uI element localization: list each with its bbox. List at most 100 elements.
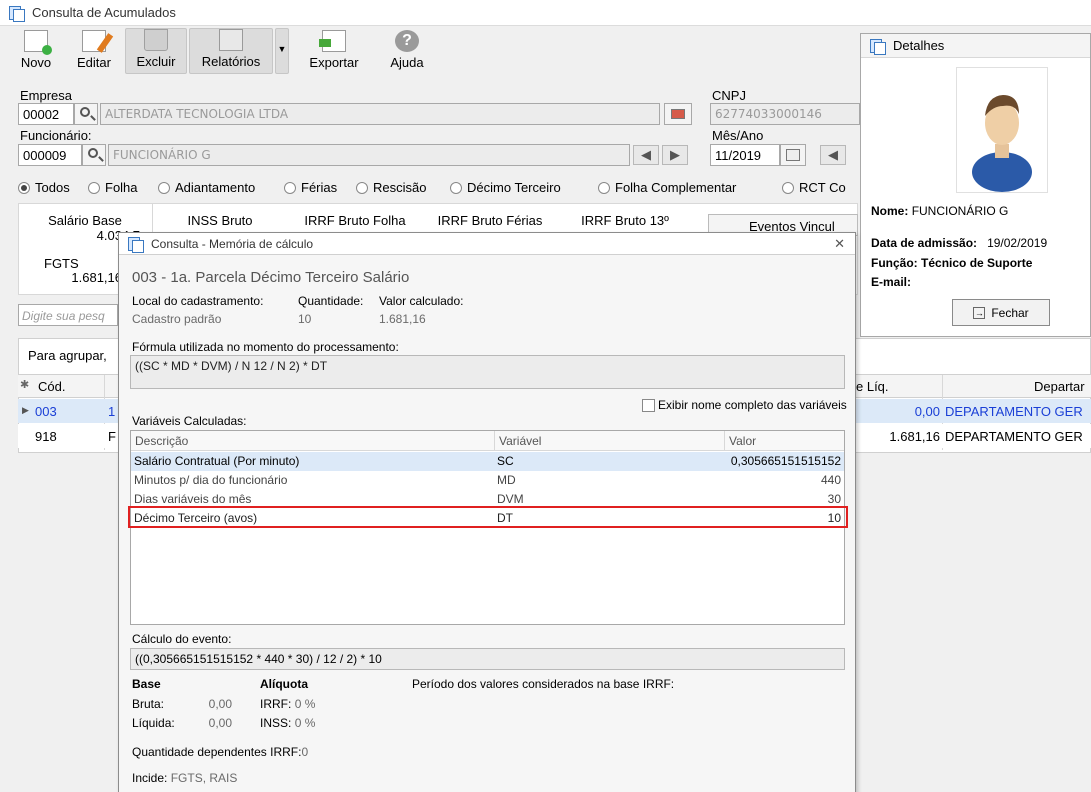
mes-ano-input[interactable]: 11/2019: [710, 144, 780, 166]
funcionario-label: Funcionário:: [20, 128, 92, 143]
radio-icon: [782, 181, 794, 194]
filter-folha[interactable]: Folha: [88, 180, 138, 195]
radio-icon: [356, 181, 368, 194]
filter-todos[interactable]: Todos: [18, 180, 70, 195]
quantidade-value: 10: [298, 312, 312, 326]
group-hint: Para agrupar,: [28, 348, 107, 363]
details-header: Detalhes: [861, 34, 1090, 58]
ajuda-button[interactable]: ? Ajuda: [380, 28, 434, 74]
empresa-search-button[interactable]: [74, 103, 98, 125]
valor-calculado-label: Valor calculado:: [379, 294, 464, 308]
new-document-icon: [24, 30, 52, 55]
local-label: Local do cadastramento:: [132, 294, 264, 308]
table-row[interactable]: Salário Contratual (Por minuto) SC 0,305…: [131, 452, 844, 471]
filter-ferias[interactable]: Férias: [284, 180, 337, 195]
fechar-button[interactable]: → Fechar: [952, 299, 1050, 326]
row-depto: DEPARTAMENTO GER: [945, 429, 1083, 444]
filter-rescisao[interactable]: Rescisão: [356, 180, 426, 195]
row-desc: 1: [108, 404, 116, 419]
radio-icon: [18, 181, 30, 194]
calendar-button[interactable]: [664, 103, 692, 125]
filter-rct[interactable]: RCT Co: [782, 180, 846, 195]
liquida-label: Líquida:: [132, 716, 175, 730]
chevron-down-icon: ▼: [277, 44, 287, 54]
periodo-label: Período dos valores considerados na base…: [412, 677, 675, 691]
funcionario-code-input[interactable]: 000009: [18, 144, 82, 166]
arrow-left-icon: ◀: [828, 147, 838, 162]
help-icon: ?: [395, 30, 419, 52]
irrf-aliquota: IRRF: 0 %: [260, 697, 316, 711]
avatar: [956, 67, 1048, 193]
col-valor[interactable]: Valor: [725, 431, 844, 451]
prev-funcionario-button[interactable]: ◀: [633, 145, 659, 165]
details-funcao: Função: Técnico de Suporte: [871, 256, 1033, 270]
filter-complementar[interactable]: Folha Complementar: [598, 180, 736, 195]
relatorios-button[interactable]: Relatórios: [189, 28, 273, 74]
bruta-label: Bruta:: [132, 697, 165, 711]
relatorios-dropdown[interactable]: ▼: [275, 28, 289, 74]
inss-bruto-label: INSS Bruto: [187, 213, 253, 228]
radio-icon: [158, 181, 170, 194]
variaveis-label: Variáveis Calculadas:: [132, 414, 247, 428]
calendar-icon: [671, 109, 685, 119]
fgts-value: 1.681,16: [71, 270, 122, 285]
quantidade-label: Quantidade:: [298, 294, 364, 308]
funcionario-search-button[interactable]: [82, 144, 106, 166]
local-value: Cadastro padrão: [132, 312, 222, 326]
close-icon[interactable]: ✕: [834, 236, 845, 252]
empresa-label: Empresa: [20, 88, 73, 103]
exibir-nome-checkbox[interactable]: Exibir nome completo das variáveis: [642, 398, 847, 412]
excluir-button[interactable]: Excluir: [125, 28, 187, 74]
funcionario-name-field: FUNCIONÁRIO G: [108, 144, 630, 166]
radio-icon: [284, 181, 296, 194]
empresa-name-field: ALTERDATA TECNOLOGIA LTDA: [100, 103, 660, 125]
arrow-right-icon: ▶: [670, 147, 680, 162]
event-title: 003 - 1a. Parcela Décimo Terceiro Salári…: [132, 269, 410, 286]
details-email: E-mail:: [871, 275, 912, 289]
next-funcionario-button[interactable]: ▶: [662, 145, 688, 165]
filter-decimo[interactable]: Décimo Terceiro: [450, 180, 561, 195]
row-indicator-icon: ▶: [22, 405, 29, 415]
col-variavel[interactable]: Variável: [495, 431, 725, 451]
radio-icon: [450, 181, 462, 194]
details-window-icon: [869, 38, 886, 55]
table-row[interactable]: Minutos p/ dia do funcionário MD 440: [131, 471, 844, 490]
exportar-button[interactable]: Exportar: [300, 28, 368, 74]
empresa-code-input[interactable]: 00002: [18, 103, 74, 125]
radio-icon: [598, 181, 610, 194]
toolbar: Novo Editar Excluir Relatórios ▼ Exporta…: [0, 26, 860, 76]
window-titlebar: Consulta de Acumulados: [0, 0, 1091, 26]
salario-base-label: Salário Base: [48, 213, 122, 228]
prev-month-button[interactable]: ◀: [820, 145, 846, 165]
irrf-folha-label: IRRF Bruto Folha: [304, 213, 406, 228]
details-nome: Nome: FUNCIONÁRIO G: [871, 204, 1009, 218]
row-cod: 918: [35, 429, 57, 444]
col-liq[interactable]: e Líq.: [856, 379, 889, 394]
row-depto: DEPARTAMENTO GER: [945, 404, 1083, 419]
search-input[interactable]: Digite sua pesq: [18, 304, 118, 326]
row-liq: 0,00: [914, 404, 940, 419]
filter-icon[interactable]: ✱: [20, 378, 29, 391]
mes-ano-label: Mês/Ano: [712, 128, 764, 143]
details-admissao: Data de admissão: 19/02/2019: [871, 236, 1048, 250]
row-cod: 003: [35, 404, 57, 419]
trash-icon: [144, 29, 168, 51]
irrf-13-label: IRRF Bruto 13º: [581, 213, 669, 228]
calculo-label: Cálculo do evento:: [132, 632, 232, 646]
col-depto[interactable]: Departar: [1034, 379, 1085, 394]
exit-icon: →: [973, 306, 986, 319]
filter-adiantamento[interactable]: Adiantamento: [158, 180, 255, 195]
incide: Incide: FGTS, RAIS: [132, 771, 238, 785]
highlight-box: [128, 506, 848, 528]
col-cod[interactable]: Cód.: [38, 379, 65, 394]
mes-ano-calendar-button[interactable]: [780, 144, 806, 166]
bruta-value: 0,00: [208, 697, 232, 711]
editar-button[interactable]: Editar: [68, 28, 120, 74]
search-icon: [88, 148, 98, 158]
report-icon: [219, 29, 243, 51]
valor-calculado-value: 1.681,16: [379, 312, 426, 326]
aliquota-label: Alíquota: [260, 677, 308, 691]
col-descricao[interactable]: Descrição: [131, 431, 495, 451]
novo-button[interactable]: Novo: [10, 28, 62, 74]
row-liq: 1.681,16: [889, 429, 940, 444]
